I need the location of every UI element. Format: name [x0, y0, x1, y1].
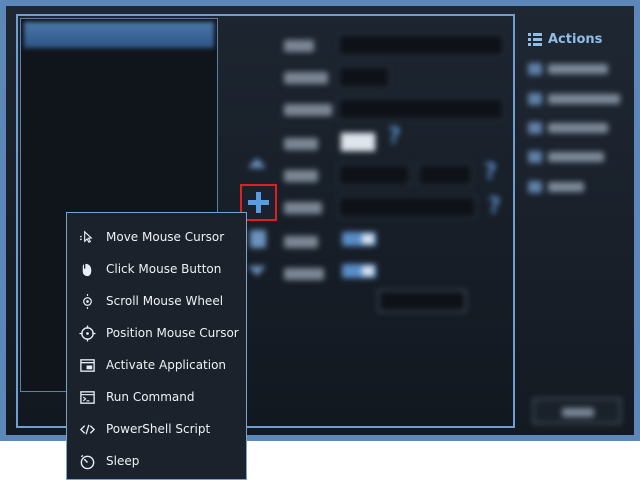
enabled-label	[284, 268, 324, 280]
smooth-checkbox[interactable]	[340, 132, 376, 152]
menu-item-label: Sleep	[106, 454, 140, 468]
sidebar-item[interactable]	[528, 92, 620, 106]
scroll-wheel-icon	[78, 292, 96, 310]
sidebar-item[interactable]	[528, 62, 608, 76]
name-field[interactable]	[338, 34, 504, 56]
sidebar-item[interactable]	[528, 121, 608, 135]
menu-item-label: Run Command	[106, 390, 195, 404]
speed-value-field[interactable]	[418, 164, 472, 186]
mouse-click-icon	[78, 260, 96, 278]
window-icon	[78, 356, 96, 374]
sidebar-item[interactable]	[528, 150, 604, 164]
sidebar-item[interactable]	[528, 180, 584, 194]
test-button[interactable]	[378, 290, 466, 312]
menu-item-label: Activate Application	[106, 358, 227, 372]
menu-item-activate-application[interactable]: Activate Application	[67, 349, 246, 381]
menu-item-label: Click Mouse Button	[106, 262, 222, 276]
menu-item-move-mouse-cursor[interactable]: Move Mouse Cursor	[67, 221, 246, 253]
help-icon[interactable]: ?	[484, 160, 497, 185]
actions-header[interactable]: Actions	[528, 30, 602, 48]
menu-item-scroll-mouse-wheel[interactable]: Scroll Mouse Wheel	[67, 285, 246, 317]
add-action-menu: Move Mouse Cursor Click Mouse Button Scr…	[66, 212, 247, 480]
help-icon[interactable]: ?	[488, 194, 501, 219]
timer-icon	[78, 452, 96, 470]
distance-stepper[interactable]	[338, 66, 390, 88]
speed-select[interactable]	[338, 164, 410, 186]
menu-item-sleep[interactable]: Sleep	[67, 445, 246, 477]
menu-item-label: Scroll Mouse Wheel	[106, 294, 224, 308]
close-button[interactable]	[533, 398, 621, 424]
repeat-label	[284, 236, 318, 248]
direction-select[interactable]	[338, 98, 504, 120]
name-label	[284, 40, 314, 52]
cursor-move-icon	[78, 228, 96, 246]
speed-label	[284, 170, 318, 182]
menu-item-click-mouse-button[interactable]: Click Mouse Button	[67, 253, 246, 285]
repeat-toggle[interactable]	[342, 232, 376, 246]
menu-item-powershell-script[interactable]: PowerShell Script	[67, 413, 246, 445]
smooth-label	[284, 138, 318, 150]
menu-item-label: Position Mouse Cursor	[106, 326, 239, 340]
menu-item-run-command[interactable]: Run Command	[67, 381, 246, 413]
code-icon	[78, 420, 96, 438]
menu-item-label: Move Mouse Cursor	[106, 230, 225, 244]
enabled-toggle[interactable]	[342, 264, 376, 278]
trigger-label	[284, 202, 322, 214]
crosshair-icon	[78, 324, 96, 342]
menu-item-label: PowerShell Script	[106, 422, 211, 436]
trigger-select[interactable]	[338, 196, 476, 218]
list-icon	[528, 32, 542, 46]
terminal-icon	[78, 388, 96, 406]
delete-icon[interactable]	[250, 230, 266, 248]
help-icon[interactable]: ?	[388, 124, 401, 149]
move-up-icon[interactable]	[248, 158, 266, 168]
actions-title: Actions	[548, 31, 603, 47]
move-down-icon[interactable]	[248, 266, 266, 276]
list-item-selected[interactable]	[24, 22, 214, 48]
menu-item-position-mouse-cursor[interactable]: Position Mouse Cursor	[67, 317, 246, 349]
direction-label	[284, 104, 332, 116]
distance-label	[284, 72, 328, 84]
